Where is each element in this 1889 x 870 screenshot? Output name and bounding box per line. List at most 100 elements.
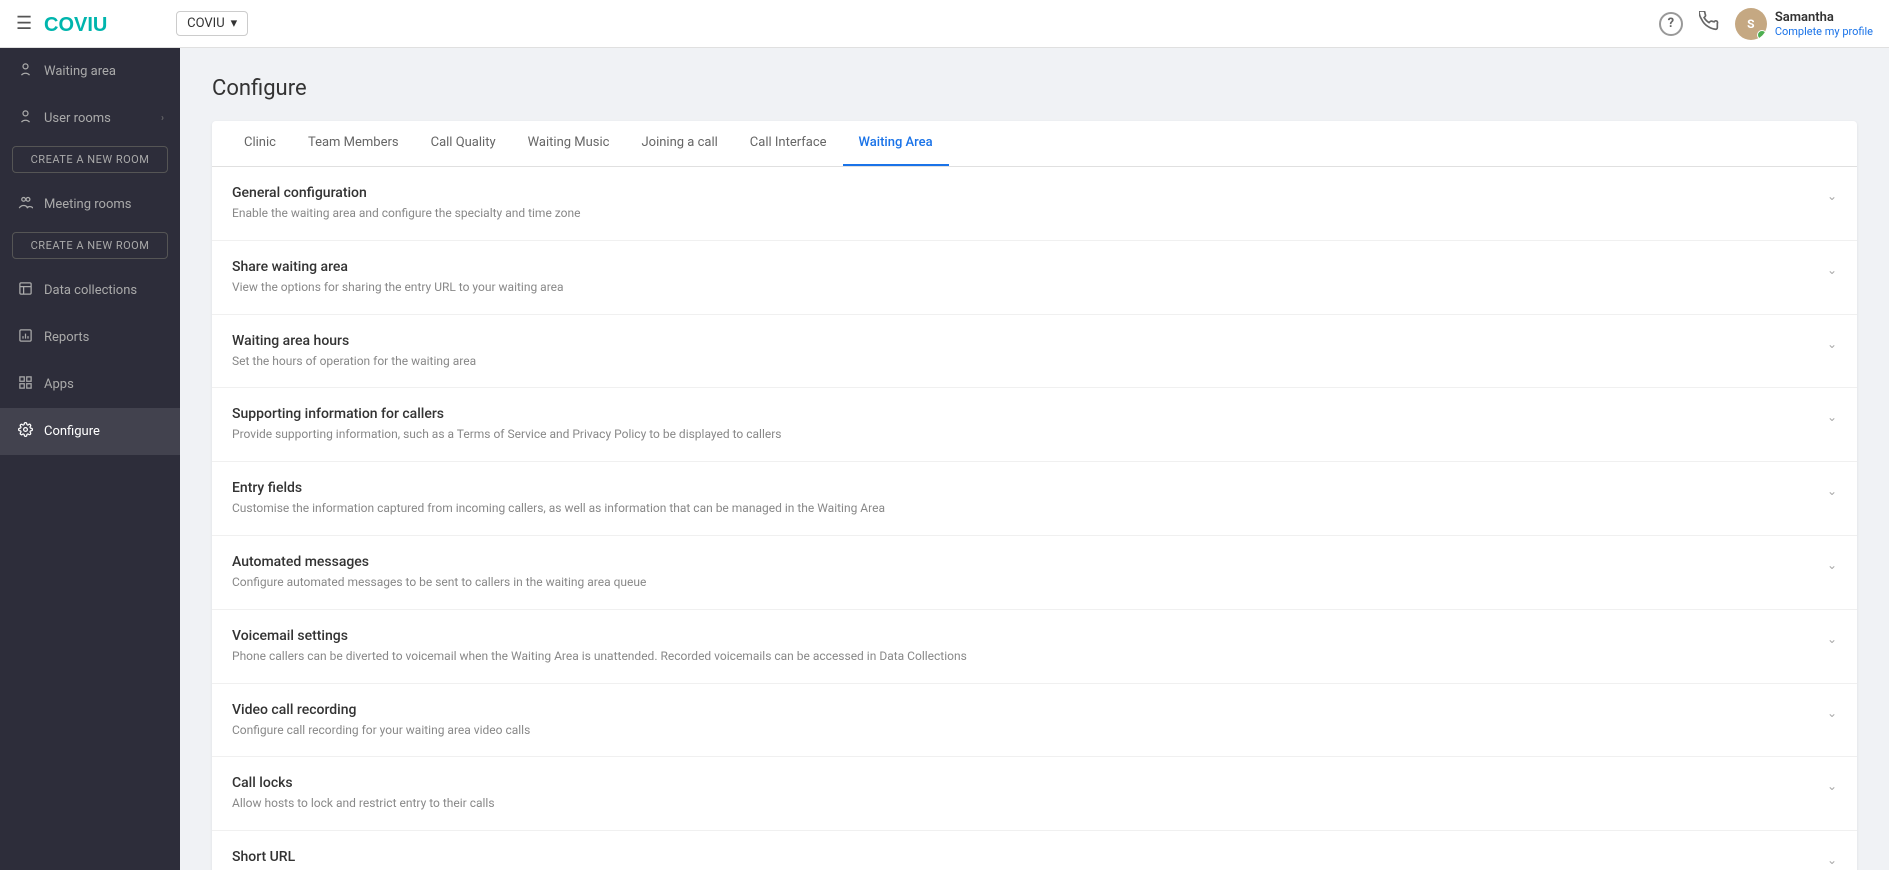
create-room-button-1[interactable]: CREATE A NEW ROOM — [12, 146, 168, 173]
section-text-video-call-recording: Video call recording Configure call reco… — [232, 702, 1811, 739]
section-title-call-locks: Call locks — [232, 775, 1811, 791]
section-share-waiting-area[interactable]: Share waiting area View the options for … — [212, 241, 1857, 315]
section-chevron-icon-short-url: ⌄ — [1811, 849, 1837, 867]
org-name: COVIU — [187, 16, 225, 31]
sidebar-item-waiting-area[interactable]: Waiting area — [0, 48, 180, 95]
waiting-area-icon — [16, 62, 34, 81]
sidebar-label-apps: Apps — [44, 377, 164, 392]
section-title-voicemail-settings: Voicemail settings — [232, 628, 1811, 644]
section-title-short-url: Short URL — [232, 849, 1811, 865]
section-text-waiting-area-hours: Waiting area hours Set the hours of oper… — [232, 333, 1811, 370]
help-icon[interactable]: ? — [1659, 12, 1683, 36]
section-text-entry-fields: Entry fields Customise the information c… — [232, 480, 1811, 517]
section-chevron-icon-share-waiting-area: ⌄ — [1811, 259, 1837, 277]
user-profile-link[interactable]: Complete my profile — [1775, 25, 1873, 38]
tab-waiting-music[interactable]: Waiting Music — [512, 121, 626, 166]
section-short-url[interactable]: Short URL View and configure the short U… — [212, 831, 1857, 870]
section-desc-general-configuration: Enable the waiting area and configure th… — [232, 205, 1811, 222]
sections-container: General configuration Enable the waiting… — [212, 167, 1857, 870]
section-title-general-configuration: General configuration — [232, 185, 1811, 201]
section-video-call-recording[interactable]: Video call recording Configure call reco… — [212, 684, 1857, 758]
section-desc-automated-messages: Configure automated messages to be sent … — [232, 574, 1811, 591]
section-text-call-locks: Call locks Allow hosts to lock and restr… — [232, 775, 1811, 812]
main-content: Configure ClinicTeam MembersCall Quality… — [180, 48, 1889, 870]
section-text-general-configuration: General configuration Enable the waiting… — [232, 185, 1811, 222]
sidebar: Waiting area User rooms › CREATE A NEW R… — [0, 48, 180, 870]
sidebar-label-data-collections: Data collections — [44, 283, 164, 298]
user-rooms-arrow-icon: › — [161, 113, 164, 124]
sidebar-label-waiting-area: Waiting area — [44, 64, 164, 79]
tab-joining-a-call[interactable]: Joining a call — [625, 121, 733, 166]
section-desc-voicemail-settings: Phone callers can be diverted to voicema… — [232, 648, 1811, 665]
data-collections-icon — [16, 281, 34, 300]
user-rooms-icon — [16, 109, 34, 128]
section-text-voicemail-settings: Voicemail settings Phone callers can be … — [232, 628, 1811, 665]
hamburger-menu-icon[interactable]: ☰ — [16, 13, 32, 34]
phone-icon[interactable] — [1699, 11, 1719, 36]
sidebar-label-reports: Reports — [44, 330, 164, 345]
section-desc-share-waiting-area: View the options for sharing the entry U… — [232, 279, 1811, 296]
sidebar-label-configure: Configure — [44, 424, 164, 439]
section-chevron-icon-voicemail-settings: ⌄ — [1811, 628, 1837, 646]
user-name: Samantha — [1775, 10, 1873, 25]
tab-call-interface[interactable]: Call Interface — [734, 121, 843, 166]
logo: COVIU — [44, 13, 124, 35]
apps-icon — [16, 375, 34, 394]
section-waiting-area-hours[interactable]: Waiting area hours Set the hours of oper… — [212, 315, 1857, 389]
section-desc-entry-fields: Customise the information captured from … — [232, 500, 1811, 517]
section-title-automated-messages: Automated messages — [232, 554, 1811, 570]
section-text-automated-messages: Automated messages Configure automated m… — [232, 554, 1811, 591]
sidebar-item-configure[interactable]: Configure — [0, 408, 180, 455]
config-panel: ClinicTeam MembersCall QualityWaiting Mu… — [212, 121, 1857, 870]
section-supporting-information[interactable]: Supporting information for callers Provi… — [212, 388, 1857, 462]
tab-team-members[interactable]: Team Members — [292, 121, 415, 166]
section-chevron-icon-video-call-recording: ⌄ — [1811, 702, 1837, 720]
section-title-supporting-information: Supporting information for callers — [232, 406, 1811, 422]
org-chevron-icon: ▾ — [231, 16, 238, 31]
header-right: ? S Samantha Complete my profile — [1659, 8, 1873, 40]
section-desc-supporting-information: Provide supporting information, such as … — [232, 426, 1811, 443]
svg-text:COVIU: COVIU — [44, 14, 107, 35]
section-desc-waiting-area-hours: Set the hours of operation for the waiti… — [232, 353, 1811, 370]
section-text-share-waiting-area: Share waiting area View the options for … — [232, 259, 1811, 296]
section-title-waiting-area-hours: Waiting area hours — [232, 333, 1811, 349]
section-desc-video-call-recording: Configure call recording for your waitin… — [232, 722, 1811, 739]
section-chevron-icon-waiting-area-hours: ⌄ — [1811, 333, 1837, 351]
user-info[interactable]: S Samantha Complete my profile — [1735, 8, 1873, 40]
section-general-configuration[interactable]: General configuration Enable the waiting… — [212, 167, 1857, 241]
create-room-button-2[interactable]: CREATE A NEW ROOM — [12, 232, 168, 259]
sidebar-item-meeting-rooms[interactable]: Meeting rooms — [0, 181, 180, 228]
avatar: S — [1735, 8, 1767, 40]
page-title: Configure — [212, 76, 1857, 101]
section-title-share-waiting-area: Share waiting area — [232, 259, 1811, 275]
top-header: ☰ COVIU COVIU ▾ ? S Samantha Complete my… — [0, 0, 1889, 48]
meeting-rooms-icon — [16, 195, 34, 214]
user-text: Samantha Complete my profile — [1775, 10, 1873, 38]
tabs-bar: ClinicTeam MembersCall QualityWaiting Mu… — [212, 121, 1857, 167]
section-entry-fields[interactable]: Entry fields Customise the information c… — [212, 462, 1857, 536]
section-chevron-icon-call-locks: ⌄ — [1811, 775, 1837, 793]
sidebar-label-meeting-rooms: Meeting rooms — [44, 197, 164, 212]
tab-call-quality[interactable]: Call Quality — [415, 121, 512, 166]
reports-icon — [16, 328, 34, 347]
tab-clinic[interactable]: Clinic — [228, 121, 292, 166]
header-left: ☰ COVIU COVIU ▾ — [16, 11, 248, 36]
section-chevron-icon-supporting-information: ⌄ — [1811, 406, 1837, 424]
section-automated-messages[interactable]: Automated messages Configure automated m… — [212, 536, 1857, 610]
sidebar-item-reports[interactable]: Reports — [0, 314, 180, 361]
sidebar-item-apps[interactable]: Apps — [0, 361, 180, 408]
online-badge — [1757, 30, 1767, 40]
section-voicemail-settings[interactable]: Voicemail settings Phone callers can be … — [212, 610, 1857, 684]
section-text-short-url: Short URL View and configure the short U… — [232, 849, 1811, 870]
app-body: Waiting area User rooms › CREATE A NEW R… — [0, 48, 1889, 870]
section-text-supporting-information: Supporting information for callers Provi… — [232, 406, 1811, 443]
sidebar-item-data-collections[interactable]: Data collections — [0, 267, 180, 314]
section-title-entry-fields: Entry fields — [232, 480, 1811, 496]
section-chevron-icon-general-configuration: ⌄ — [1811, 185, 1837, 203]
section-desc-call-locks: Allow hosts to lock and restrict entry t… — [232, 795, 1811, 812]
section-title-video-call-recording: Video call recording — [232, 702, 1811, 718]
sidebar-item-user-rooms[interactable]: User rooms › — [0, 95, 180, 142]
section-call-locks[interactable]: Call locks Allow hosts to lock and restr… — [212, 757, 1857, 831]
tab-waiting-area[interactable]: Waiting Area — [843, 121, 949, 166]
org-selector[interactable]: COVIU ▾ — [176, 11, 248, 36]
